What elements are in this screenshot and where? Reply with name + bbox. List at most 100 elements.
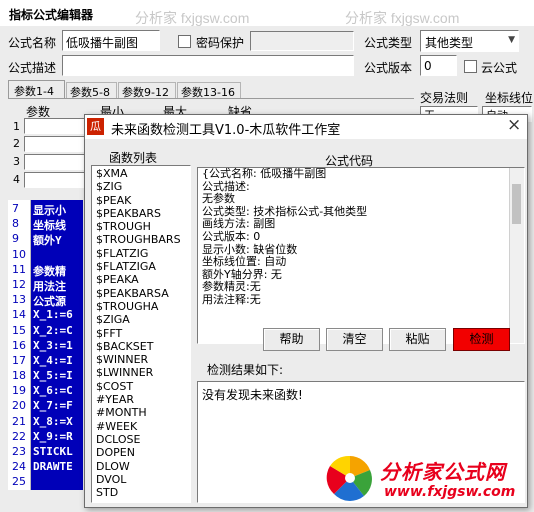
code-view-line: 公式版本: 0 (202, 229, 261, 243)
line-number: 13 (12, 293, 26, 307)
dialog-titlebar: 瓜 未来函数检测工具V1.0-木瓜软件工作室 × (85, 115, 527, 139)
code-text: 参数精 (33, 264, 66, 278)
param-input[interactable] (24, 172, 86, 188)
formula-desc-input[interactable] (62, 55, 354, 76)
code-text: X_6:=C (33, 384, 73, 398)
scrollbar-thumb[interactable] (512, 184, 521, 224)
line-number: 23 (12, 445, 26, 458)
function-list-item[interactable]: #YEAR (96, 393, 181, 406)
tab-params-13-16[interactable]: 参数13-16 (177, 82, 241, 99)
function-list-item[interactable]: DOPEN (96, 446, 181, 459)
tab-params-5-8[interactable]: 参数5-8 (66, 82, 117, 99)
code-line: 21 X_8:=X (8, 415, 84, 430)
line-number: 17 (12, 353, 26, 367)
param-input[interactable] (24, 118, 86, 134)
line-number: 14 (12, 308, 26, 322)
param-row-number: 3 (13, 155, 20, 168)
code-view-line: 用法注释:无 (202, 292, 261, 306)
function-list[interactable]: $XMA $ZIG $PEAK $PEAKBARS $TROUGH $TROUGHBARS… (91, 165, 191, 503)
function-list-item[interactable]: $TROUGHBARS (96, 233, 181, 246)
function-list-item[interactable]: $FFT (96, 327, 181, 340)
function-list-item[interactable]: $PEAKA (96, 273, 181, 286)
function-list-item[interactable]: $BACKSET (96, 340, 181, 353)
result-label: 检测结果如下: (207, 363, 284, 377)
function-list-item[interactable]: $COST (96, 380, 181, 393)
code-scrollbar[interactable] (509, 168, 524, 343)
cloud-formula-checkbox[interactable] (464, 60, 477, 73)
line-number: 11 (12, 262, 26, 276)
check-button[interactable]: 检测 (453, 328, 510, 351)
watermark: 分析家 fxjgsw.com (135, 10, 250, 26)
chevron-down-icon: ▼ (508, 35, 515, 45)
code-line: 12 用法注 (8, 278, 84, 293)
code-view[interactable]: {公式名称: 低吸播牛副图 公式描述: 无参数 公式类型: 技术指标公式-其他类型 画线… (197, 167, 525, 344)
editor-title: 指标公式编辑器 (9, 8, 94, 22)
code-line: 24 DRAWTE (8, 460, 84, 475)
dialog-title: 未来函数检测工具V1.0-木瓜软件工作室 (111, 123, 341, 138)
code-text: X_3:=1 (33, 338, 73, 352)
code-line: 22 X_9:=R (8, 430, 84, 445)
function-list-item[interactable]: $PEAKBARSA (96, 287, 181, 300)
pinwheel-icon (326, 454, 374, 502)
function-list-item[interactable]: DCLOSE (96, 433, 181, 446)
site-logo-name: 分析家公式网 (380, 460, 506, 484)
axis-position-label: 坐标线位 (485, 91, 534, 105)
line-number: 24 (12, 460, 26, 474)
function-list-item[interactable]: #MONTH (96, 406, 181, 419)
function-list-item[interactable]: $XMA (96, 167, 181, 180)
function-list-item[interactable]: $WINNER (96, 353, 181, 366)
function-list-item[interactable]: DVOL (96, 473, 181, 486)
code-text: 显示小 (33, 204, 66, 217)
function-list-item[interactable]: $ZIG (96, 180, 181, 193)
line-number: 9 (12, 232, 19, 246)
code-line: 20 X_7:=F (8, 399, 84, 414)
clear-button[interactable]: 清空 (326, 328, 383, 351)
code-line: 11 参数精 (8, 263, 84, 278)
function-list-header: 函数列表 (109, 151, 158, 165)
param-row-number: 2 (13, 137, 20, 150)
function-list-item[interactable]: $ZIGA (96, 313, 181, 326)
code-line: 16 X_3:=1 (8, 339, 84, 354)
function-list-item[interactable]: $FLATZIGA (96, 260, 181, 273)
password-label: 密码保护 (196, 36, 245, 50)
function-list-item[interactable]: $LWINNER (96, 366, 181, 379)
tab-params-9-12[interactable]: 参数9-12 (118, 82, 176, 99)
formula-name-input[interactable]: 低吸播牛副图 (62, 30, 160, 51)
function-list-item[interactable]: $PEAKBARS (96, 207, 181, 220)
help-button[interactable]: 帮助 (263, 328, 320, 351)
password-input[interactable] (250, 31, 354, 51)
code-text: X_2:=C (33, 323, 73, 337)
code-line: 9 额外Y (8, 232, 84, 247)
tab-params-1-4[interactable]: 参数1-4 (8, 80, 65, 99)
code-line: 18 X_5:=I (8, 369, 84, 384)
param-input[interactable] (24, 136, 86, 152)
function-list-item[interactable]: $TROUGHA (96, 300, 181, 313)
code-text: X_1:=6 (33, 308, 73, 322)
code-lines: 7 显示小 8 坐标线 9 额外Y 10 11 参数精 12 用法注 13 公式源 14 X_1:=6 15 X… (8, 202, 84, 491)
param-input[interactable] (24, 154, 86, 170)
line-number: 22 (12, 429, 26, 443)
code-line: 8 坐标线 (8, 217, 84, 232)
result-text: 没有发现未来函数! (202, 388, 303, 402)
function-list-item[interactable]: $TROUGH (96, 220, 181, 233)
formula-version-label: 公式版本 (364, 61, 413, 75)
paste-button[interactable]: 粘贴 (389, 328, 446, 351)
code-line: 10 (8, 248, 84, 263)
line-number: 18 (12, 369, 26, 383)
site-logo-url: www.fxjgsw.com (384, 484, 516, 500)
code-text: X_5:=I (33, 369, 73, 383)
code-line: 15 X_2:=C (8, 324, 84, 339)
formula-type-select[interactable]: 其他类型 ▼ (420, 30, 519, 52)
code-line: 17 X_4:=I (8, 354, 84, 369)
function-list-item[interactable]: $PEAK (96, 194, 181, 207)
line-number: 15 (12, 323, 26, 337)
function-list-item[interactable]: $FLATZIG (96, 247, 181, 260)
close-icon[interactable]: × (507, 115, 521, 135)
code-line: 14 X_1:=6 (8, 308, 84, 323)
function-list-item[interactable]: STD (96, 486, 181, 499)
function-list-item[interactable]: DLOW (96, 460, 181, 473)
password-checkbox[interactable] (178, 35, 191, 48)
formula-version-input[interactable]: 0 (420, 55, 457, 76)
function-list-item[interactable]: #WEEK (96, 420, 181, 433)
site-logo: 分析家公式网 www.fxjgsw.com (324, 450, 530, 506)
